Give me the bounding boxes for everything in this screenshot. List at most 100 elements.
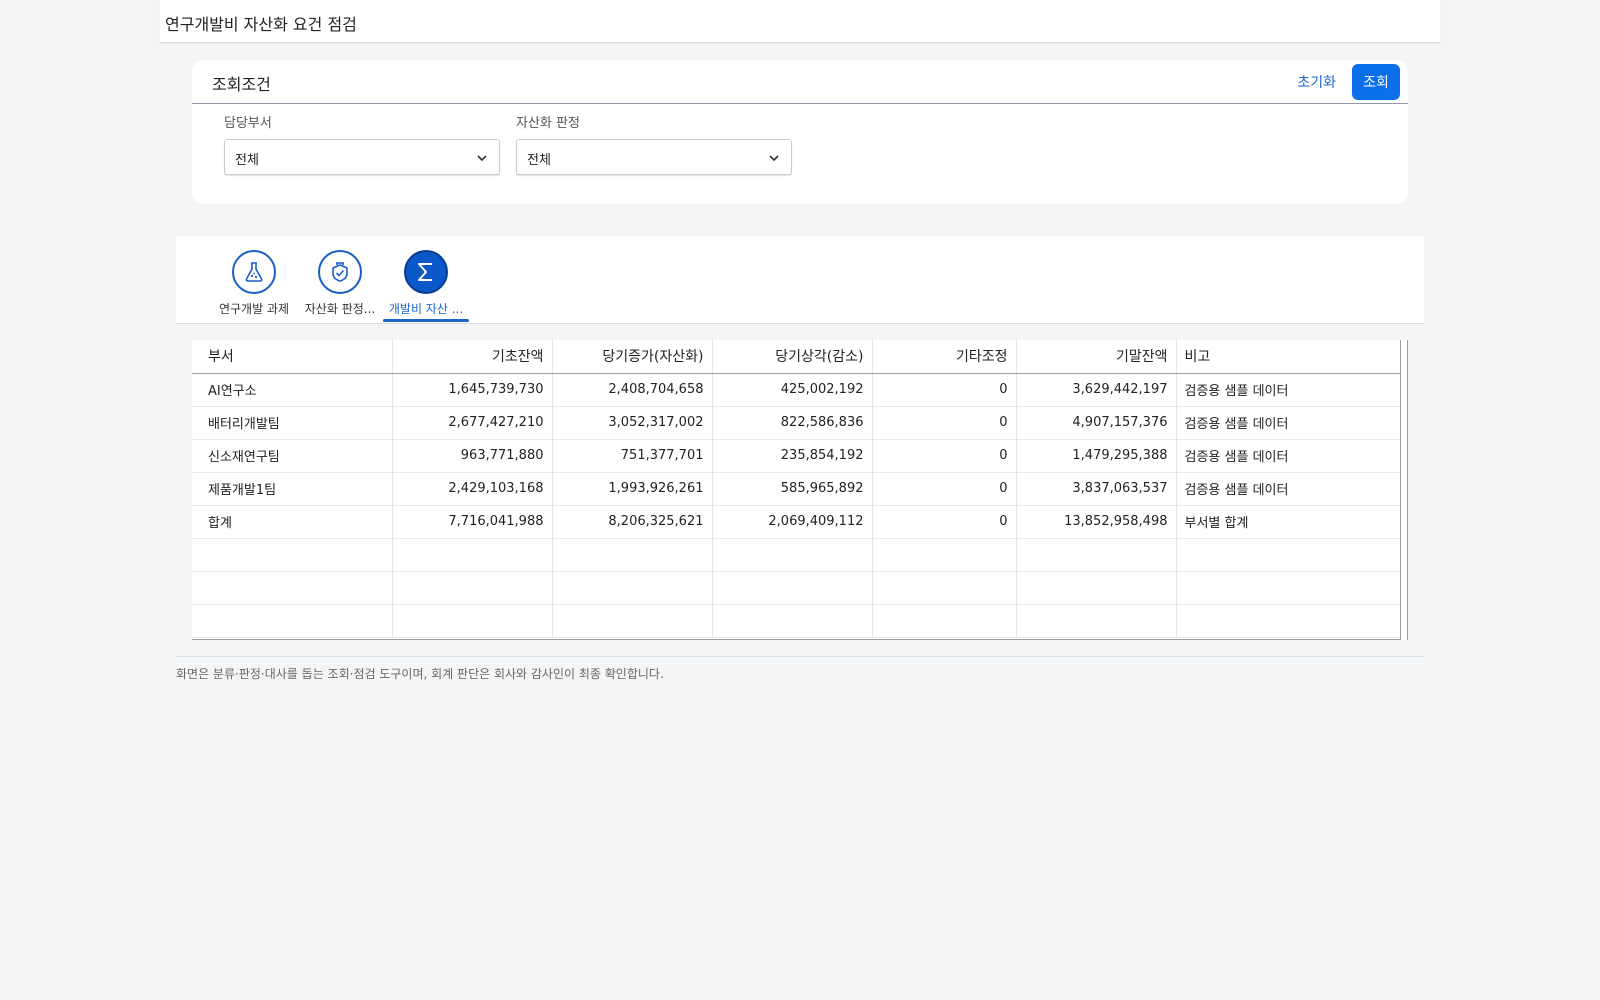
table-cell: 검증용 샘플 데이터 bbox=[1176, 439, 1401, 473]
table-cell: 0 bbox=[872, 505, 1017, 539]
column-header[interactable]: 비고 bbox=[1176, 340, 1401, 374]
page: 연구개발비 자산화 요건 점검 조회조건 초기화 조회 담당부서 전체 자산화 … bbox=[160, 0, 1440, 1000]
table-cell bbox=[552, 571, 713, 605]
table-cell bbox=[872, 571, 1017, 605]
table-cell bbox=[392, 571, 553, 605]
table-cell bbox=[1016, 571, 1177, 605]
table-cell bbox=[1016, 604, 1177, 638]
empty-row bbox=[192, 604, 1401, 638]
table-cell: AI연구소 bbox=[192, 373, 393, 407]
table-cell: 3,837,063,537 bbox=[1016, 472, 1177, 506]
table-cell: 신소재연구팀 bbox=[192, 439, 393, 473]
search-panel: 조회조건 초기화 조회 담당부서 전체 자산화 판정 전체 bbox=[192, 60, 1408, 204]
column-header[interactable]: 당기증가(자산화) bbox=[552, 340, 713, 374]
table-cell bbox=[1176, 538, 1401, 572]
table-cell bbox=[552, 538, 713, 572]
table-cell: 425,002,192 bbox=[712, 373, 873, 407]
table-row[interactable]: AI연구소 1,645,739,730 2,408,704,658 425,002,1… bbox=[192, 373, 1401, 407]
table-cell: 2,069,409,112 bbox=[712, 505, 873, 539]
table-cell: 8,206,325,621 bbox=[552, 505, 713, 539]
table-cell: 제품개발1팀 bbox=[192, 472, 393, 506]
empty-row bbox=[192, 571, 1401, 605]
table-cell: 2,677,427,210 bbox=[392, 406, 553, 440]
capitalization-field: 자산화 판정 전체 bbox=[516, 112, 792, 175]
capitalization-select[interactable]: 전체 bbox=[516, 139, 792, 175]
table-cell: 585,965,892 bbox=[712, 472, 873, 506]
column-header[interactable]: 기타조정 bbox=[872, 340, 1017, 374]
vertical-scrollbar[interactable] bbox=[1400, 340, 1407, 640]
table-cell bbox=[1176, 571, 1401, 605]
department-select[interactable]: 전체 bbox=[224, 139, 500, 175]
department-select-value: 전체 bbox=[235, 153, 259, 168]
shield-check-icon bbox=[332, 262, 348, 282]
column-header[interactable]: 기초잔액 bbox=[392, 340, 553, 374]
search-panel-label: 조회조건 bbox=[212, 75, 271, 94]
table-row[interactable]: 합계 7,716,041,988 8,206,325,621 2,069,409,11… bbox=[192, 505, 1401, 539]
table-cell bbox=[392, 538, 553, 572]
column-header[interactable]: 부서 bbox=[192, 340, 393, 374]
search-button[interactable]: 조회 bbox=[1352, 64, 1400, 100]
table-cell: 822,586,836 bbox=[712, 406, 873, 440]
page-title: 연구개발비 자산화 요건 점검 bbox=[165, 15, 357, 34]
column-header[interactable]: 당기상각(감소) bbox=[712, 340, 873, 374]
table-cell: 7,716,041,988 bbox=[392, 505, 553, 539]
table-cell: 0 bbox=[872, 406, 1017, 440]
table-cell bbox=[192, 538, 393, 572]
table-cell bbox=[712, 604, 873, 638]
table-cell: 1,993,926,261 bbox=[552, 472, 713, 506]
tab-bar: 연구개발 과제 자산화 판정... 개발비 자산 ... bbox=[176, 236, 1424, 324]
table-row[interactable]: 배터리개발팀 2,677,427,210 3,052,317,002 822,586,… bbox=[192, 406, 1401, 440]
table-row[interactable]: 제품개발1팀 2,429,103,168 1,993,926,261 585,965,… bbox=[192, 472, 1401, 506]
table-row[interactable]: 신소재연구팀 963,771,880 751,377,701 235,854,192 0… bbox=[192, 439, 1401, 473]
tab-label: 자산화 판정... bbox=[304, 302, 376, 316]
table-cell bbox=[1176, 604, 1401, 638]
table-cell bbox=[1016, 538, 1177, 572]
table-cell: 합계 bbox=[192, 505, 393, 539]
table-header-row: 부서 기초잔액 당기증가(자산화) 당기상각(감소) 기타조정 기말잔액 비고 bbox=[192, 340, 1401, 374]
table-cell: 검증용 샘플 데이터 bbox=[1176, 472, 1401, 506]
table-cell: 검증용 샘플 데이터 bbox=[1176, 373, 1401, 407]
table-cell: 부서별 합계 bbox=[1176, 505, 1401, 539]
table-cell bbox=[552, 604, 713, 638]
table-cell bbox=[872, 538, 1017, 572]
table-cell: 963,771,880 bbox=[392, 439, 553, 473]
table-cell bbox=[712, 538, 873, 572]
column-header[interactable]: 기말잔액 bbox=[1016, 340, 1177, 374]
table-cell: 0 bbox=[872, 373, 1017, 407]
data-grid: 부서 기초잔액 당기증가(자산화) 당기상각(감소) 기타조정 기말잔액 비고 … bbox=[192, 340, 1408, 640]
sigma-icon bbox=[418, 263, 432, 281]
tab-development-assets[interactable]: 개발비 자산 ... bbox=[383, 236, 469, 324]
chevron-down-icon bbox=[769, 155, 779, 162]
table-cell bbox=[872, 604, 1017, 638]
title-bar: 연구개발비 자산화 요건 점검 bbox=[160, 0, 1440, 43]
table-cell: 751,377,701 bbox=[552, 439, 713, 473]
table-cell bbox=[192, 604, 393, 638]
tab-capitalization-judgment[interactable]: 자산화 판정... bbox=[297, 236, 383, 324]
empty-row bbox=[192, 538, 1401, 572]
table-cell: 13,852,958,498 bbox=[1016, 505, 1177, 539]
table-cell: 0 bbox=[872, 439, 1017, 473]
table-cell: 3,629,442,197 bbox=[1016, 373, 1177, 407]
department-field: 담당부서 전체 bbox=[224, 112, 500, 175]
tab-rnd-projects[interactable]: 연구개발 과제 bbox=[211, 236, 297, 324]
table-cell: 235,854,192 bbox=[712, 439, 873, 473]
table-cell: 1,479,295,388 bbox=[1016, 439, 1177, 473]
chevron-down-icon bbox=[477, 155, 487, 162]
asset-table: 부서 기초잔액 당기증가(자산화) 당기상각(감소) 기타조정 기말잔액 비고 … bbox=[192, 340, 1401, 638]
table-cell: 2,429,103,168 bbox=[392, 472, 553, 506]
table-cell bbox=[192, 571, 393, 605]
table-cell: 2,408,704,658 bbox=[552, 373, 713, 407]
department-label: 담당부서 bbox=[224, 116, 272, 131]
reset-button[interactable]: 초기화 bbox=[1297, 72, 1336, 92]
capitalization-select-value: 전체 bbox=[527, 153, 551, 168]
table-cell: 검증용 샘플 데이터 bbox=[1176, 406, 1401, 440]
table-cell: 4,907,157,376 bbox=[1016, 406, 1177, 440]
table-cell bbox=[392, 604, 553, 638]
table-cell bbox=[712, 571, 873, 605]
tab-label: 개발비 자산 ... bbox=[388, 302, 464, 316]
search-panel-header: 조회조건 초기화 조회 bbox=[192, 60, 1408, 104]
capitalization-label: 자산화 판정 bbox=[516, 116, 580, 131]
tab-label: 연구개발 과제 bbox=[218, 302, 290, 316]
footnote: 화면은 분류·판정·대사를 돕는 조회·점검 도구이며, 회계 판단은 회사와 … bbox=[176, 656, 1424, 682]
flask-icon bbox=[245, 262, 263, 282]
